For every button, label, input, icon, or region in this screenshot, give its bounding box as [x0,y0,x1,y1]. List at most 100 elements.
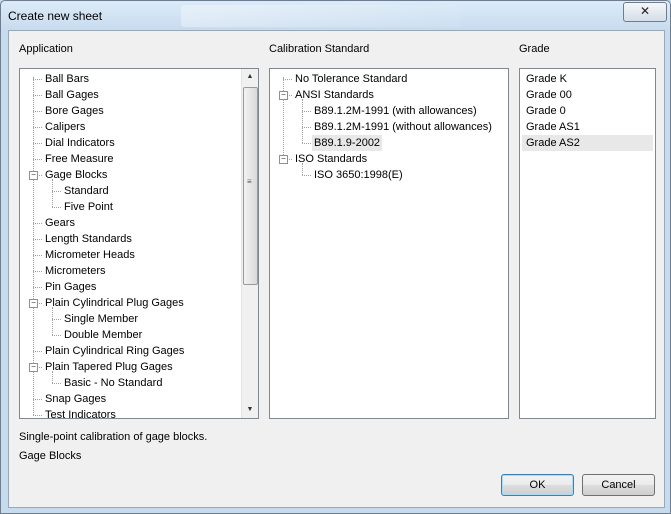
application-item-label: Gears [45,217,75,229]
collapse-icon[interactable]: − [29,363,38,372]
tree-branch-line [33,143,42,144]
calibration-item[interactable]: B89.1.2M-1991 (with allowances) [270,103,508,119]
application-item[interactable]: Ball Gages [20,87,258,103]
tree-branch-line [33,159,42,160]
application-item-label: Five Point [64,201,113,213]
calibration-item[interactable]: ISO 3650:1998(E) [270,167,508,183]
grade-list[interactable]: Grade K Grade 00 Grade 0 Grade AS1 Grade AS2 [519,68,656,419]
grade-item[interactable]: Grade AS1 [522,119,653,135]
grade-item[interactable]: Grade 0 [522,103,653,119]
tree-branch-line [52,207,61,208]
tree-guide-line [302,163,303,175]
calibration-item[interactable]: − ANSI Standards [270,87,508,103]
calibration-item[interactable]: − ISO Standards [270,151,508,167]
tree-branch-line [33,127,42,128]
calibration-item[interactable]: B89.1.2M-1991 (without allowances) [270,119,508,135]
application-item-label: Single Member [64,313,138,325]
application-item[interactable]: Pin Gages [20,279,258,295]
title-bar-glass [181,5,461,27]
application-item-label: Test Indicators [45,409,116,419]
application-item[interactable]: Plain Cylindrical Ring Gages [20,343,258,359]
collapse-icon[interactable]: − [279,91,288,100]
calibration-item-label: ANSI Standards [295,89,374,101]
application-item[interactable]: Calipers [20,119,258,135]
tree-branch-line [33,95,42,96]
collapse-icon[interactable]: − [29,299,38,308]
application-item-label: Standard [64,185,109,197]
application-item-label: Double Member [64,329,143,341]
tree-guide-line [52,307,53,335]
application-item-label: Plain Cylindrical Ring Gages [45,345,185,357]
tree-branch-line [33,239,42,240]
grade-item[interactable]: Grade AS2 [522,135,653,151]
create-new-sheet-dialog: Create new sheet ✕ Application ▲ ≡ ▼ Bal… [0,0,671,514]
application-item-label: Plain Tapered Plug Gages [45,361,173,373]
application-item[interactable]: Test Indicators [20,407,258,419]
collapse-icon[interactable]: − [29,171,38,180]
application-item[interactable]: Double Member [20,327,258,343]
close-button[interactable]: ✕ [623,2,667,22]
application-item[interactable]: Standard [20,183,258,199]
application-item-label: Micrometers [45,265,106,277]
tree-branch-line [33,399,42,400]
tree-branch-line [33,79,42,80]
application-item[interactable]: Basic - No Standard [20,375,258,391]
application-item-label: Micrometer Heads [45,249,135,261]
tree-branch-line [52,383,61,384]
cancel-button[interactable]: Cancel [582,474,655,496]
window-title: Create new sheet [8,9,103,23]
tree-branch-line [283,79,292,80]
application-tree[interactable]: ▲ ≡ ▼ Ball Bars Ball Gages Bore Gages Calip… [19,68,259,419]
application-item[interactable]: − Plain Tapered Plug Gages [20,359,258,375]
calibration-item-label: B89.1.2M-1991 (without allowances) [314,121,492,133]
application-item-label: Dial Indicators [45,137,115,149]
tree-branch-line [33,223,42,224]
grade-item[interactable]: Grade 00 [522,87,653,103]
application-item-label: Ball Gages [45,89,99,101]
calibration-item-label: ISO Standards [295,153,368,165]
tree-guide-line [52,179,53,207]
tree-branch-line [302,143,311,144]
application-item-label: Free Measure [45,153,114,165]
application-label: Application [19,43,73,55]
calibration-item[interactable]: No Tolerance Standard [270,71,508,87]
tree-branch-line [52,191,61,192]
application-item[interactable]: Five Point [20,199,258,215]
ok-button[interactable]: OK [501,474,574,496]
calibration-standard-label: Calibration Standard [269,43,370,55]
application-item-label: Plain Cylindrical Plug Gages [45,297,184,309]
application-item[interactable]: Gears [20,215,258,231]
application-item[interactable]: − Plain Cylindrical Plug Gages [20,295,258,311]
application-item[interactable]: Free Measure [20,151,258,167]
application-item[interactable]: Micrometer Heads [20,247,258,263]
grade-item[interactable]: Grade K [522,71,653,87]
application-item[interactable]: Micrometers [20,263,258,279]
tree-branch-line [52,319,61,320]
title-bar[interactable]: Create new sheet ✕ [1,1,670,31]
application-item[interactable]: − Gage Blocks [20,167,258,183]
application-item[interactable]: Snap Gages [20,391,258,407]
collapse-icon[interactable]: − [279,155,288,164]
application-item[interactable]: Ball Bars [20,71,258,87]
tree-branch-line [33,255,42,256]
application-item[interactable]: Single Member [20,311,258,327]
tree-guide-line [52,371,53,383]
calibration-item-label: B89.1.9-2002 [312,135,383,151]
application-item-label: Bore Gages [45,105,104,117]
application-item[interactable]: Length Standards [20,231,258,247]
calibration-item-label: B89.1.2M-1991 (with allowances) [314,105,477,117]
application-item-label: Snap Gages [45,393,107,405]
tree-branch-line [302,175,311,176]
application-item-label: Calipers [45,121,86,133]
dialog-client-area: Application ▲ ≡ ▼ Ball Bars Ball Gages Bor… [8,30,665,508]
selected-application-name: Gage Blocks [19,450,82,462]
tree-guide-line [302,99,303,143]
tree-branch-line [52,335,61,336]
calibration-standard-tree[interactable]: No Tolerance Standard − ANSI Standards B89.… [269,68,509,419]
application-item[interactable]: Bore Gages [20,103,258,119]
tree-branch-line [33,271,42,272]
tree-branch-line [33,287,42,288]
tree-branch-line [33,111,42,112]
calibration-item[interactable]: B89.1.9-2002 [270,135,508,151]
application-item[interactable]: Dial Indicators [20,135,258,151]
